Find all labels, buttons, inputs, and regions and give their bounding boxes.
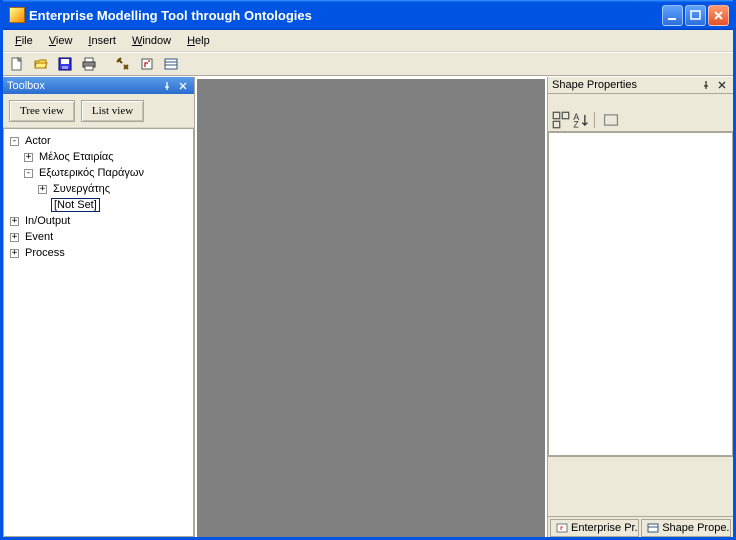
expander-icon	[38, 201, 47, 210]
tree-view[interactable]: - Actor + Μέλος Εταιρίας - Εξωτερικός Πα…	[3, 128, 194, 537]
tree-node-event[interactable]: + Event	[6, 229, 191, 245]
app-window: Enterprise Modelling Tool through Ontolo…	[0, 0, 736, 540]
tree-node[interactable]: + Συνεργάτης	[6, 181, 191, 197]
tree-view-button[interactable]: Tree view	[9, 100, 75, 122]
tools-button[interactable]	[113, 54, 133, 74]
properties-panel: Shape Properties AZ	[547, 77, 733, 537]
expander-icon[interactable]: +	[24, 153, 33, 162]
close-button[interactable]	[708, 5, 729, 26]
app-icon	[9, 7, 25, 23]
tab-enterprise-properties[interactable]: Enterprise Pr...	[550, 519, 639, 537]
maximize-button[interactable]	[685, 5, 706, 26]
tree-node-editing[interactable]: [Not Set]	[6, 197, 191, 213]
list-button[interactable]	[161, 54, 181, 74]
toolbox-panel: Toolbox Tree view List view - Actor +	[3, 77, 195, 537]
menu-help[interactable]: Help	[179, 33, 218, 49]
client-area: Toolbox Tree view List view - Actor +	[3, 76, 733, 537]
tree-node-inoutput[interactable]: + In/Output	[6, 213, 191, 229]
expander-icon[interactable]: -	[10, 137, 19, 146]
expander-icon[interactable]: +	[10, 249, 19, 258]
minimize-button[interactable]	[662, 5, 683, 26]
tree-node[interactable]: + Μέλος Εταιρίας	[6, 149, 191, 165]
pin-icon[interactable]	[699, 78, 713, 92]
menu-window[interactable]: Window	[124, 33, 179, 49]
tree-node-process[interactable]: + Process	[6, 245, 191, 261]
menu-file[interactable]: File	[7, 33, 41, 49]
menu-view[interactable]: View	[41, 33, 81, 49]
tree-edit-input[interactable]: [Not Set]	[51, 198, 100, 212]
alphabetical-icon[interactable]: AZ	[572, 111, 590, 129]
titlebar[interactable]: Enterprise Modelling Tool through Ontolo…	[3, 0, 733, 30]
svg-text:Z: Z	[573, 119, 579, 128]
properties-button[interactable]	[137, 54, 157, 74]
property-description	[548, 456, 733, 516]
open-button[interactable]	[31, 54, 51, 74]
panel-tabs: Enterprise Pr... Shape Prope...	[548, 516, 733, 537]
new-button[interactable]	[7, 54, 27, 74]
toolbox-buttons: Tree view List view	[3, 94, 194, 128]
toolbar	[3, 52, 733, 76]
expander-icon[interactable]: +	[10, 233, 19, 242]
menu-insert[interactable]: Insert	[80, 33, 124, 49]
property-grid[interactable]	[548, 132, 733, 456]
tab-shape-properties[interactable]: Shape Prope...	[641, 519, 731, 537]
expander-icon[interactable]: -	[24, 169, 33, 178]
categorized-icon[interactable]	[552, 111, 570, 129]
tree-node[interactable]: - Εξωτερικός Παράγων	[6, 165, 191, 181]
menubar: File View Insert Window Help	[3, 30, 733, 52]
toolbox-header[interactable]: Toolbox	[3, 77, 194, 94]
save-button[interactable]	[55, 54, 75, 74]
properties-header[interactable]: Shape Properties	[548, 77, 733, 94]
pin-icon[interactable]	[160, 79, 174, 93]
properties-toolbar: AZ	[548, 108, 733, 132]
title-text: Enterprise Modelling Tool through Ontolo…	[29, 8, 662, 23]
tree-node-actor[interactable]: - Actor	[6, 133, 191, 149]
mdi-area[interactable]	[195, 77, 547, 537]
close-panel-icon[interactable]	[176, 79, 190, 93]
expander-icon[interactable]: +	[38, 185, 47, 194]
close-panel-icon[interactable]	[715, 78, 729, 92]
expander-icon[interactable]: +	[10, 217, 19, 226]
property-pages-icon[interactable]	[602, 111, 620, 129]
list-view-button[interactable]: List view	[81, 100, 144, 122]
print-button[interactable]	[79, 54, 99, 74]
